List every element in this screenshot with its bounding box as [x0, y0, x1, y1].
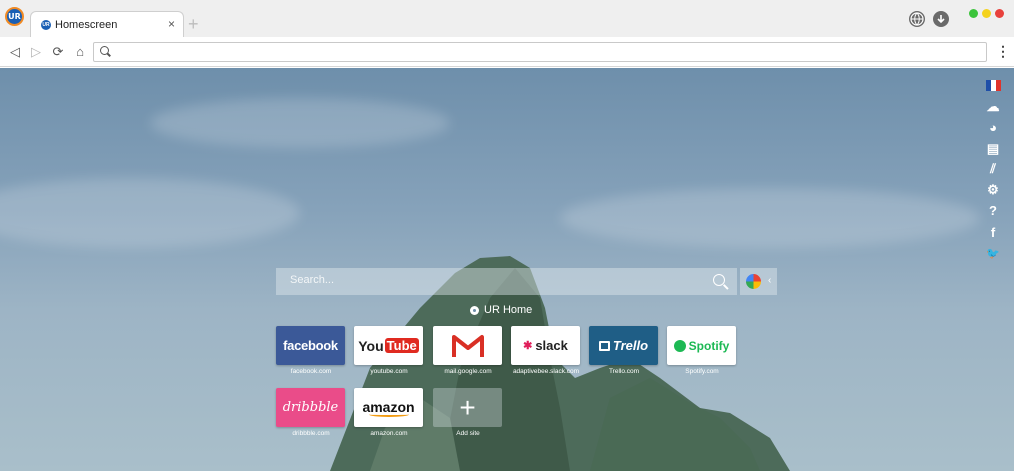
download-icon[interactable] [933, 11, 949, 27]
trello-logo-icon [598, 340, 610, 351]
chevron-left-icon: ‹ [768, 275, 772, 286]
new-tab-button[interactable]: + [188, 15, 199, 33]
forward-button[interactable]: ▷ [28, 43, 44, 59]
tile-label-add-site: Add site [456, 430, 480, 437]
youtube-logo-you: You [358, 337, 384, 354]
tile-label-amazon: amazon.com [370, 430, 408, 437]
tile-label-slack: adaptivebee.slack.com [512, 368, 580, 375]
spotify-logo-icon [673, 339, 686, 352]
title-bar: UR UR Homescreen × + [0, 0, 1014, 38]
tile-label-facebook: facebook.com [290, 368, 332, 375]
tile-trello[interactable]: Trello [589, 326, 658, 365]
reload-button[interactable]: ⟳ [50, 43, 66, 59]
tile-label-trello: Trello.com [608, 368, 640, 375]
ur-browser-logo-icon[interactable]: UR [5, 7, 24, 26]
ur-home-label: UR Home [484, 304, 533, 316]
twitter-icon[interactable]: 🐦 [985, 246, 1001, 262]
tile-gmail[interactable] [433, 326, 502, 365]
minimize-window-button[interactable] [982, 9, 991, 18]
back-button[interactable]: ◁ [7, 43, 23, 59]
menu-button[interactable]: ⋮ [996, 44, 1010, 58]
close-window-button[interactable] [995, 9, 1004, 18]
slack-logo-icon: ✱ [523, 340, 533, 352]
tile-facebook[interactable]: facebook [276, 326, 345, 365]
ur-home-link[interactable]: UR Home [470, 304, 532, 316]
tab-homescreen[interactable]: UR Homescreen × [30, 11, 184, 38]
tab-title: Homescreen [55, 19, 118, 31]
slack-wordmark: slack [535, 338, 568, 353]
trello-wordmark: Trello [612, 338, 649, 353]
address-bar[interactable] [93, 42, 987, 62]
tile-label-youtube: youtube.com [370, 368, 408, 375]
home-button[interactable]: ⌂ [72, 43, 88, 59]
tile-label-dribbble: dribbble.com [292, 430, 330, 437]
gmail-icon [451, 334, 484, 357]
flag-france-icon[interactable] [985, 77, 1001, 93]
search-engine-logo-icon [746, 274, 761, 289]
tab-close-button[interactable]: × [168, 18, 175, 30]
spotify-wordmark: Spotify [688, 338, 730, 353]
facebook-icon[interactable]: f [985, 224, 1001, 240]
tile-slack[interactable]: ✱ slack [511, 326, 580, 365]
search-engine-selector[interactable]: ‹ [740, 268, 777, 295]
navigation-toolbar: ◁ ▷ ⟳ ⌂ ⋮ [0, 37, 1014, 67]
help-icon[interactable]: ? [985, 202, 1001, 218]
tile-amazon[interactable]: amazon [354, 388, 423, 427]
search-icon [100, 46, 109, 55]
tile-youtube[interactable]: You Tube [354, 326, 423, 365]
vpn-globe-icon[interactable] [909, 11, 925, 27]
homescreen-content: ☁ ◕ ▤ ⫽ ⚙ ? f 🐦 ‹ UR Home facebook faceb… [0, 68, 1014, 471]
youtube-logo-tube: Tube [384, 338, 419, 353]
news-icon[interactable]: ▤ [985, 140, 1001, 156]
search-bar [276, 268, 737, 295]
weather-icon[interactable]: ☁ [985, 98, 1001, 114]
tile-dribbble[interactable]: dribbble [276, 388, 345, 427]
gear-icon[interactable]: ⚙ [985, 181, 1001, 197]
maximize-window-button[interactable] [969, 9, 978, 18]
search-input[interactable] [290, 274, 690, 286]
tile-spotify[interactable]: Spotify [667, 326, 736, 365]
search-icon[interactable] [713, 274, 725, 286]
amazon-smile-icon [368, 412, 409, 417]
palette-icon[interactable]: ◕ [985, 119, 1001, 135]
tile-label-spotify: Spotify.com [685, 368, 719, 375]
ur-home-icon [470, 305, 479, 315]
tab-favicon-icon: UR [41, 20, 51, 30]
add-site-button[interactable]: + [433, 388, 502, 427]
tile-label-gmail: mail.google.com [444, 368, 492, 375]
stats-icon[interactable]: ⫽ [985, 160, 1001, 176]
